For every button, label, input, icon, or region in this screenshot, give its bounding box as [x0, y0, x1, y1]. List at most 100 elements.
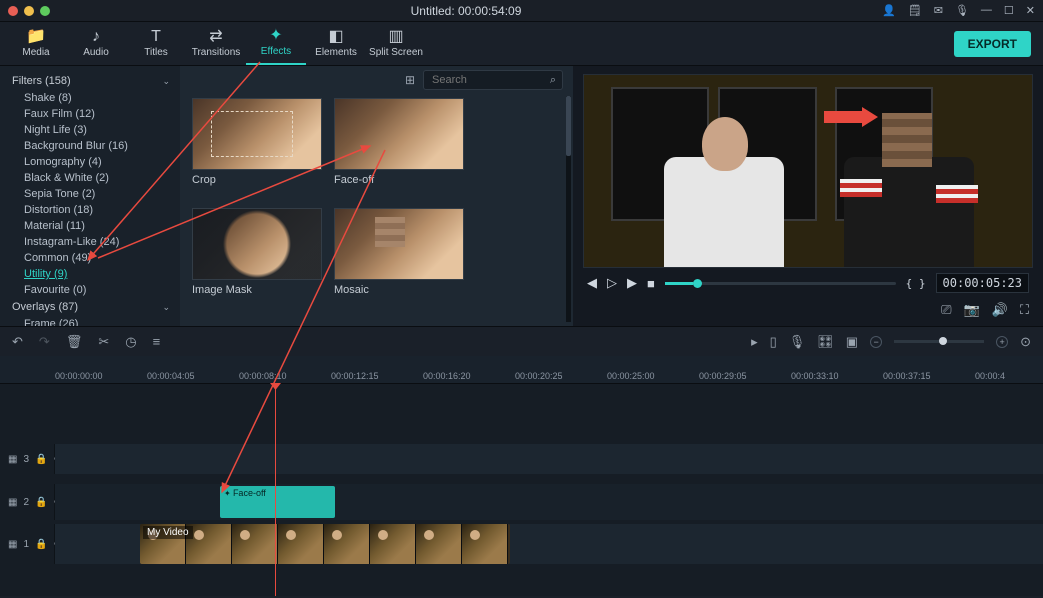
pixelated-face: [882, 113, 932, 167]
playhead[interactable]: [275, 384, 276, 596]
track-head[interactable]: ▦ 1 🔒 👁: [0, 524, 55, 564]
tab-label: Audio: [83, 47, 109, 58]
track-1: ▦ 1 🔒 👁 My Video: [0, 524, 1043, 564]
close-icon[interactable]: ✕: [1026, 4, 1035, 17]
voiceover-icon[interactable]: 🎙: [789, 334, 806, 350]
sidebar-item[interactable]: Lomography (4): [8, 154, 180, 170]
search-input[interactable]: [430, 73, 550, 87]
marker-icon[interactable]: ▯: [770, 334, 777, 350]
tab-split-screen[interactable]: ▥Split Screen: [366, 23, 426, 65]
zoom-out-icon[interactable]: −: [870, 336, 882, 348]
track-type-icon: ▦: [8, 454, 17, 465]
sidebar-cat-filters[interactable]: Filters (158) ⌄: [8, 72, 180, 90]
mic-icon[interactable]: 🎙: [955, 4, 969, 17]
snapshot-icon[interactable]: 📷: [964, 302, 980, 318]
preview-video[interactable]: [583, 74, 1033, 268]
sidebar-item[interactable]: Favourite (0): [8, 282, 180, 298]
ruler-tick: 00:00:25:00: [607, 371, 655, 381]
grid-view-icon[interactable]: ⊞: [405, 73, 415, 87]
window-title: Untitled: 00:00:54:09: [50, 4, 882, 18]
lock-icon[interactable]: 🔒: [35, 454, 47, 465]
tab-label: Titles: [144, 47, 168, 58]
sidebar-item[interactable]: Instagram-Like (24): [8, 234, 180, 250]
split-button[interactable]: ✂: [98, 334, 109, 350]
thumb-image: [192, 208, 322, 280]
mail-icon[interactable]: ✉: [934, 4, 943, 17]
preview-panel: ◀ ▷ ▶ ■ { } 00:00:05:23 ⎚ 📷 🔊 ⛶: [573, 66, 1043, 326]
sidebar-item[interactable]: Night Life (3): [8, 122, 180, 138]
clip-faceoff[interactable]: ✦ Face-off: [220, 486, 335, 518]
marker-braces[interactable]: { }: [906, 277, 926, 290]
tab-icon: ⇄: [209, 29, 222, 45]
volume-icon[interactable]: 🔊: [992, 302, 1008, 318]
ruler-tick: 00:00:04:05: [147, 371, 195, 381]
crop-icon[interactable]: ▣: [846, 334, 858, 350]
effects-sidebar: Filters (158) ⌄ Shake (8)Faux Film (12)N…: [0, 66, 180, 326]
scrollbar-thumb[interactable]: [566, 96, 571, 156]
close-dot[interactable]: [8, 6, 18, 16]
sidebar-item[interactable]: Frame (26): [8, 316, 180, 326]
effects-browser: ⊞ ⌕ CropFace-offImage Mask Mosaic: [180, 66, 573, 326]
mixer-icon[interactable]: 🎛: [817, 334, 834, 350]
quality-icon[interactable]: ⎚: [941, 302, 951, 318]
clip-video[interactable]: [140, 524, 510, 564]
effect-thumb-crop[interactable]: Crop: [192, 98, 322, 190]
sidebar-item[interactable]: Background Blur (16): [8, 138, 180, 154]
effect-thumb-image-mask[interactable]: Image Mask: [192, 208, 322, 300]
next-frame-button[interactable]: ▶: [627, 275, 637, 291]
track-number: 1: [23, 539, 29, 550]
zoom-slider[interactable]: [894, 340, 984, 343]
sidebar-item[interactable]: Sepia Tone (2): [8, 186, 180, 202]
delete-button[interactable]: 🗑: [66, 334, 83, 350]
export-button[interactable]: EXPORT: [954, 31, 1031, 57]
sidebar-cat-overlays[interactable]: Overlays (87) ⌄: [8, 298, 180, 316]
minimize-dot[interactable]: [24, 6, 34, 16]
sidebar-item[interactable]: Common (49): [8, 250, 180, 266]
fullscreen-icon[interactable]: ⛶: [1020, 302, 1029, 318]
sidebar-item[interactable]: Shake (8): [8, 90, 180, 106]
tab-audio[interactable]: ♪Audio: [66, 23, 126, 65]
play-button[interactable]: ▷: [607, 275, 617, 291]
track-head[interactable]: ▦ 2 🔒 👁: [0, 484, 55, 520]
lock-icon[interactable]: 🔒: [35, 539, 47, 550]
chevron-down-icon: ⌄: [162, 302, 170, 313]
sidebar-item[interactable]: Faux Film (12): [8, 106, 180, 122]
thumb-label: Mosaic: [334, 284, 464, 296]
sidebar-item[interactable]: Distortion (18): [8, 202, 180, 218]
annotation-arrow-icon: [824, 107, 878, 127]
minimize-icon[interactable]: —: [981, 4, 992, 17]
render-icon[interactable]: ▸: [751, 334, 758, 350]
tab-elements[interactable]: ◧Elements: [306, 23, 366, 65]
clip-video-label: My Video: [143, 526, 193, 539]
tab-titles[interactable]: TTitles: [126, 23, 186, 65]
maximize-icon[interactable]: ☐: [1004, 4, 1014, 17]
progress-bar[interactable]: [665, 282, 896, 285]
speed-button[interactable]: ◷: [125, 334, 136, 350]
adjust-button[interactable]: ≡: [153, 334, 161, 349]
time-ruler[interactable]: 00:00:00:0000:00:04:0500:00:08:1000:00:1…: [0, 356, 1043, 384]
note-icon[interactable]: 🗒: [908, 4, 922, 17]
undo-button[interactable]: ↶: [12, 334, 23, 350]
tab-label: Effects: [261, 46, 291, 57]
stop-button[interactable]: ■: [647, 276, 655, 291]
tab-media[interactable]: 📁Media: [6, 23, 66, 65]
redo-button[interactable]: ↷: [39, 334, 50, 350]
tab-effects[interactable]: ✦Effects: [246, 23, 306, 65]
search-box[interactable]: ⌕: [423, 70, 563, 90]
effect-thumb-mosaic[interactable]: Mosaic: [334, 208, 464, 300]
sidebar-item[interactable]: Black & White (2): [8, 170, 180, 186]
zoom-fit-icon[interactable]: ⊙: [1020, 334, 1031, 350]
lock-icon[interactable]: 🔒: [35, 497, 47, 508]
zoom-in-icon[interactable]: +: [996, 336, 1008, 348]
zoom-dot[interactable]: [40, 6, 50, 16]
scrollbar[interactable]: [566, 96, 571, 322]
sidebar-item[interactable]: Utility (9): [8, 266, 180, 282]
track-head[interactable]: ▦ 3 🔒 👁: [0, 444, 55, 474]
sidebar-item[interactable]: Material (11): [8, 218, 180, 234]
user-icon[interactable]: 👤: [882, 4, 896, 17]
thumb-image: [192, 98, 322, 170]
tab-transitions[interactable]: ⇄Transitions: [186, 23, 246, 65]
prev-frame-button[interactable]: ◀: [587, 275, 597, 291]
effect-thumb-face-off[interactable]: Face-off: [334, 98, 464, 190]
search-icon[interactable]: ⌕: [550, 74, 556, 87]
